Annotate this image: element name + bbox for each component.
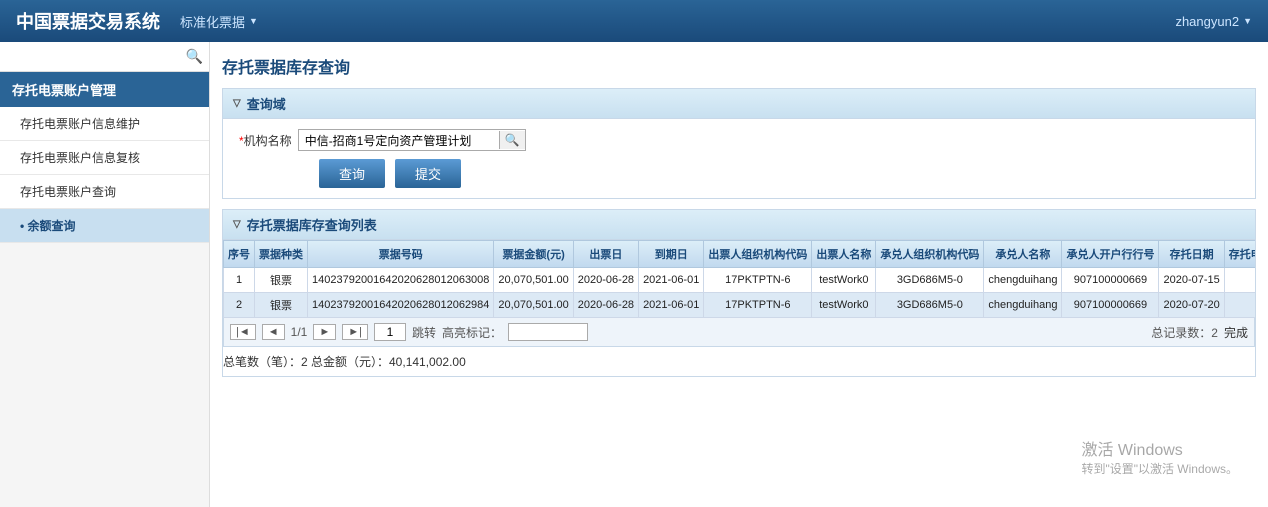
table-cell: testWork0 [812,293,876,318]
page-first-btn[interactable]: |◄ [230,324,256,340]
table-cell: 2020-06-28 [573,293,638,318]
highlight-label: 高亮标记： [442,324,502,341]
page-prev-btn[interactable]: ◄ [262,324,285,340]
page-title: 存托票据库存查询 [222,54,1256,78]
table-cell: chengduihang [984,268,1062,293]
org-input[interactable] [299,130,499,150]
status-done: 完成 [1224,324,1248,341]
sidebar-item-info-maintain[interactable]: 存托电票账户信息维护 [0,107,209,141]
sidebar: 🔍 存托电票账户管理 存托电票账户信息维护 存托电票账户信息复核 存托电票账户查… [0,42,210,507]
query-btn-row: 查询 提交 [319,159,1239,188]
result-table: 序号 票据种类 票据号码 票据金额(元) 出票日 到期日 出票人组织机构代码 出… [223,240,1255,318]
sidebar-item-info-review[interactable]: 存托电票账户信息复核 [0,141,209,175]
th-acceptor-name: 承兑人名称 [984,241,1062,268]
table-cell: 907100000669 [1062,293,1159,318]
table-row[interactable]: 1银票1402379200164202062801206300820,070,5… [224,268,1256,293]
sidebar-item-account-query[interactable]: 存托电票账户查询 [0,175,209,209]
query-toggle[interactable]: ▽ [233,98,241,109]
query-section: ▽ 查询域 *机构名称 🔍 查询 提交 [222,88,1256,199]
table-cell: chengduihang [984,293,1062,318]
jump-label: 跳转 [412,324,436,341]
th-due-date: 到期日 [639,241,704,268]
table-cell: 17PKTPTN-6 [704,268,812,293]
sidebar-search-bar: 🔍 [0,42,209,72]
table-cell: TW0MJCDG [1224,293,1255,318]
total-records-label: 总记录数：2 [1151,324,1218,341]
table-cell: TW0MJCDG [1224,268,1255,293]
table-cell: 907100000669 [1062,268,1159,293]
table-row[interactable]: 2银票1402379200164202062801206298420,070,5… [224,293,1256,318]
th-acceptor-bank: 承兑人开户行行号 [1062,241,1159,268]
page-last-btn[interactable]: ►| [342,324,368,340]
result-section-header: ▽ 存托票据库存查询列表 [223,210,1255,240]
table-cell: 2021-06-01 [639,293,704,318]
th-type: 票据种类 [255,241,308,268]
table-cell: 3GD686M5-0 [876,293,984,318]
table-cell: 17PKTPTN-6 [704,293,812,318]
nav-menu[interactable]: 标准化票据 ▼ [180,12,258,31]
table-cell: 银票 [255,293,308,318]
table-cell: 2020-07-20 [1159,293,1224,318]
table-cell: 银票 [255,268,308,293]
table-cell: 2020-07-15 [1159,268,1224,293]
th-issuer-org: 出票人组织机构代码 [704,241,812,268]
user-arrow: ▼ [1243,16,1252,26]
query-section-body: *机构名称 🔍 查询 提交 [223,119,1255,198]
th-trust-date: 存托日期 [1159,241,1224,268]
nav-arrow: ▼ [249,16,258,26]
main-layout: 🔍 存托电票账户管理 存托电票账户信息维护 存托电票账户信息复核 存托电票账户查… [0,42,1268,507]
sidebar-item-balance-query[interactable]: • 余额查询 [0,209,209,243]
table-cell: 1 [224,268,255,293]
query-section-label: 查询域 [247,94,286,113]
table-cell: 3GD686M5-0 [876,268,984,293]
org-form-row: *机构名称 🔍 [239,129,1239,151]
summary-row: 总笔数（笔）：2 总金额（元）：40,141,002.00 [223,347,1255,376]
result-toggle[interactable]: ▽ [233,219,241,230]
header: 中国票据交易系统 标准化票据 ▼ zhangyun2 ▼ [0,0,1268,42]
th-number: 票据号码 [308,241,494,268]
query-section-header: ▽ 查询域 [223,89,1255,119]
result-section-label: 存托票据库存查询列表 [247,215,377,234]
header-left: 中国票据交易系统 标准化票据 ▼ [16,8,258,34]
search-icon[interactable]: 🔍 [186,48,203,65]
th-issue-date: 出票日 [573,241,638,268]
th-seq: 序号 [224,241,255,268]
query-button[interactable]: 查询 [319,159,385,188]
page-input[interactable] [374,323,406,341]
table-cell: testWork0 [812,268,876,293]
org-input-wrap: 🔍 [298,129,526,151]
table-header-row: 序号 票据种类 票据号码 票据金额(元) 出票日 到期日 出票人组织机构代码 出… [224,241,1256,268]
table-cell: 14023792001642020628012062984 [308,293,494,318]
pagination: |◄ ◄ 1/1 ► ►| 跳转 高亮标记： 总记录数：2 完成 [223,318,1255,347]
th-amount: 票据金额(元) [494,241,573,268]
org-search-icon[interactable]: 🔍 [499,131,525,149]
highlight-input[interactable] [508,323,588,341]
result-section: ▽ 存托票据库存查询列表 序号 票据种类 票据号码 票据金额(元) 出票日 到期… [222,209,1256,377]
result-table-wrap: 序号 票据种类 票据号码 票据金额(元) 出票日 到期日 出票人组织机构代码 出… [223,240,1255,318]
table-body: 1银票1402379200164202062801206300820,070,5… [224,268,1256,318]
org-label: *机构名称 [239,132,292,149]
app-title: 中国票据交易系统 [16,8,160,34]
table-cell: 2 [224,293,255,318]
table-cell: 2021-06-01 [639,268,704,293]
page-info: 1/1 [291,325,308,339]
submit-button[interactable]: 提交 [395,159,461,188]
user-label: zhangyun2 [1175,14,1239,29]
nav-label: 标准化票据 [180,12,245,31]
user-menu[interactable]: zhangyun2 ▼ [1175,14,1252,29]
table-cell: 20,070,501.00 [494,293,573,318]
table-cell: 2020-06-28 [573,268,638,293]
page-next-btn[interactable]: ► [313,324,336,340]
main-content: 存托票据库存查询 ▽ 查询域 *机构名称 🔍 查询 [210,42,1268,507]
th-trust-applicant: 存托申请人组织机构代码 [1224,241,1255,268]
table-cell: 20,070,501.00 [494,268,573,293]
sidebar-section-title: 存托电票账户管理 [0,72,209,107]
th-issuer-name: 出票人名称 [812,241,876,268]
table-cell: 14023792001642020628012063008 [308,268,494,293]
th-acceptor-org: 承兑人组织机构代码 [876,241,984,268]
